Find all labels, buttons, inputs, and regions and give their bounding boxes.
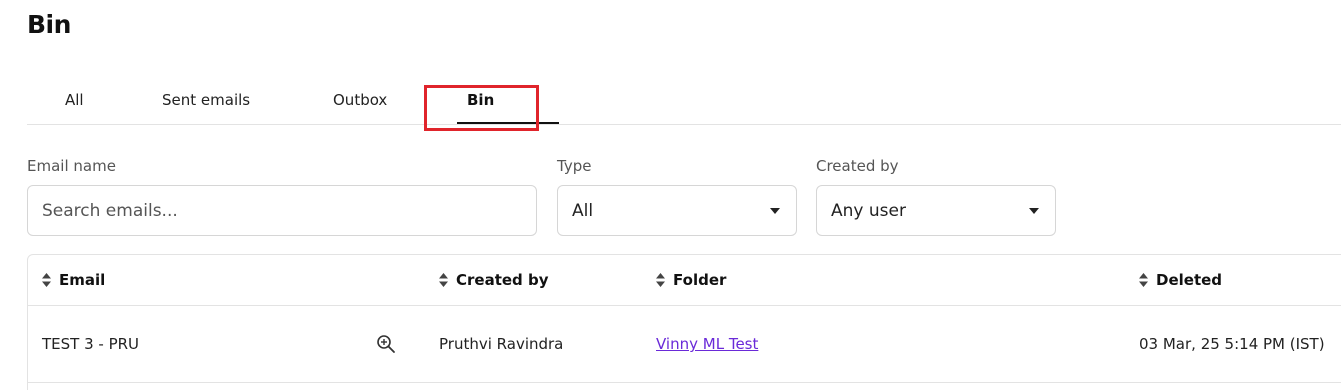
created-by-label: Created by: [816, 157, 899, 175]
emails-table: Email Created by Folder Deleted TEST 3 -…: [27, 254, 1341, 390]
zoom-in-icon[interactable]: [376, 334, 396, 354]
tab-sent-emails[interactable]: Sent emails: [162, 91, 250, 109]
cell-created-by: Pruthvi Ravindra: [439, 335, 564, 353]
column-header-label: Created by: [456, 271, 549, 289]
tab-outbox[interactable]: Outbox: [333, 91, 387, 109]
highlight-annotation-box: [424, 85, 539, 131]
cell-email: TEST 3 - PRU: [42, 335, 140, 353]
sort-icon: [1139, 273, 1148, 287]
column-header-email[interactable]: Email: [42, 271, 105, 289]
type-select-value: All: [572, 200, 594, 221]
column-header-created-by[interactable]: Created by: [439, 271, 549, 289]
folder-link[interactable]: Vinny ML Test: [656, 335, 758, 353]
chevron-down-icon: [1029, 208, 1039, 214]
bin-page: Bin All Sent emails Outbox Bin Email nam…: [0, 0, 1341, 390]
created-by-select[interactable]: Any user: [816, 185, 1056, 236]
tab-all[interactable]: All: [65, 91, 84, 109]
email-name-label: Email name: [27, 157, 116, 175]
type-label: Type: [557, 157, 592, 175]
type-select[interactable]: All: [557, 185, 797, 236]
page-title: Bin: [27, 10, 71, 39]
table-row[interactable]: TEST 3 - PRU Pruthvi Ravindra Vinny ML T…: [28, 306, 1341, 383]
created-by-select-value: Any user: [831, 200, 906, 221]
column-header-folder[interactable]: Folder: [656, 271, 726, 289]
sort-icon: [656, 273, 665, 287]
chevron-down-icon: [770, 208, 780, 214]
email-name-field: [27, 185, 537, 236]
cell-deleted: 03 Mar, 25 5:14 PM (IST): [1139, 335, 1325, 353]
column-header-label: Email: [59, 271, 106, 289]
column-header-deleted[interactable]: Deleted: [1139, 271, 1222, 289]
tab-bar: All Sent emails Outbox Bin: [27, 82, 1341, 125]
table-header: Email Created by Folder Deleted: [28, 255, 1341, 306]
search-emails-input[interactable]: [42, 186, 536, 235]
sort-icon: [42, 273, 51, 287]
sort-icon: [439, 273, 448, 287]
column-header-label: Deleted: [1156, 271, 1223, 289]
cell-folder: Vinny ML Test: [656, 335, 758, 353]
column-header-label: Folder: [673, 271, 727, 289]
